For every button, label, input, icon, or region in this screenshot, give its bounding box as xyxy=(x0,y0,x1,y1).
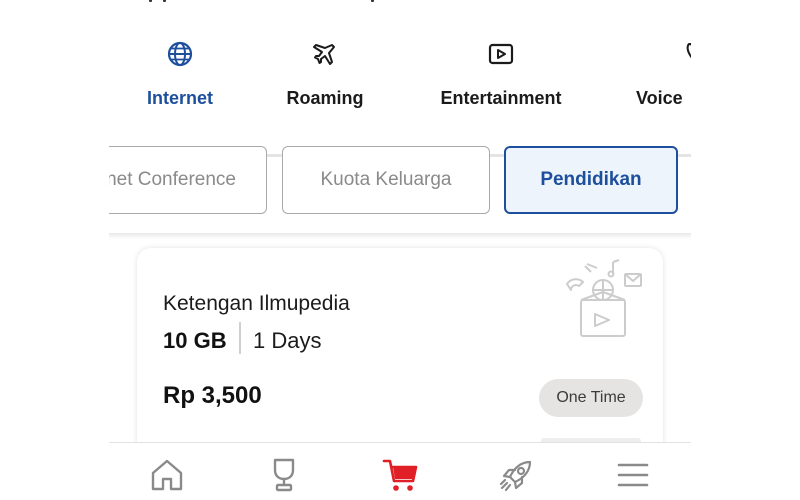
package-card[interactable]: Ketengan Ilmupedia 10 GB 1 Days Rp 3,500… xyxy=(137,248,663,468)
tab-label: Entertainment xyxy=(440,88,562,108)
package-duration: 1 Days xyxy=(253,328,322,353)
phone-icon xyxy=(686,43,691,59)
chip-internet-conference[interactable]: Internet Conference xyxy=(109,146,267,214)
purchase-type-badge: One Time xyxy=(539,379,643,417)
nav-home[interactable] xyxy=(147,455,187,495)
trophy-icon xyxy=(273,458,295,492)
chip-kuota-keluarga[interactable]: Kuota Keluarga xyxy=(282,146,490,214)
nav-shop[interactable] xyxy=(381,455,421,495)
tab-roaming[interactable]: Roaming xyxy=(275,40,375,126)
rocket-icon xyxy=(499,460,532,492)
menu-icon xyxy=(617,463,649,487)
cart-icon xyxy=(382,459,418,491)
tab-voice[interactable]: Voice xyxy=(631,40,691,126)
globe-icon xyxy=(167,41,193,67)
tab-entertainment[interactable]: Entertainment xyxy=(425,40,577,126)
chip-label: Kuota Keluarga xyxy=(320,169,452,190)
quota-duration-separator xyxy=(239,322,241,354)
nav-rewards[interactable] xyxy=(264,455,304,495)
tab-label: Roaming xyxy=(286,88,364,108)
bottom-navigation xyxy=(109,442,691,500)
home-icon xyxy=(151,459,183,491)
chips-shadow xyxy=(109,233,691,239)
category-tabs: Internet Roaming Entertainment Voice xyxy=(109,30,691,157)
chip-pendidikan[interactable]: Pendidikan xyxy=(504,146,678,214)
cut-off-status-text xyxy=(139,0,379,4)
package-price: Rp 3,500 xyxy=(163,382,262,409)
chip-label: Internet Conference xyxy=(109,169,236,190)
package-name: Ketengan Ilmupedia xyxy=(163,292,350,315)
tab-label: Voice xyxy=(636,88,683,108)
nav-boost[interactable] xyxy=(497,455,537,495)
nav-menu[interactable] xyxy=(613,455,653,495)
play-icon xyxy=(488,43,514,65)
subcategory-chips: Internet Conference Kuota Keluarga Pendi… xyxy=(109,146,691,218)
media-box-illustration-icon xyxy=(566,259,642,337)
package-quota: 10 GB xyxy=(163,328,227,353)
chip-label: Pendidikan xyxy=(540,169,642,190)
tab-label: Internet xyxy=(146,88,213,108)
tab-internet[interactable]: Internet xyxy=(134,40,226,126)
app-screen: Internet Roaming Entertainment Voice et … xyxy=(109,0,691,500)
airplane-icon xyxy=(313,44,335,65)
